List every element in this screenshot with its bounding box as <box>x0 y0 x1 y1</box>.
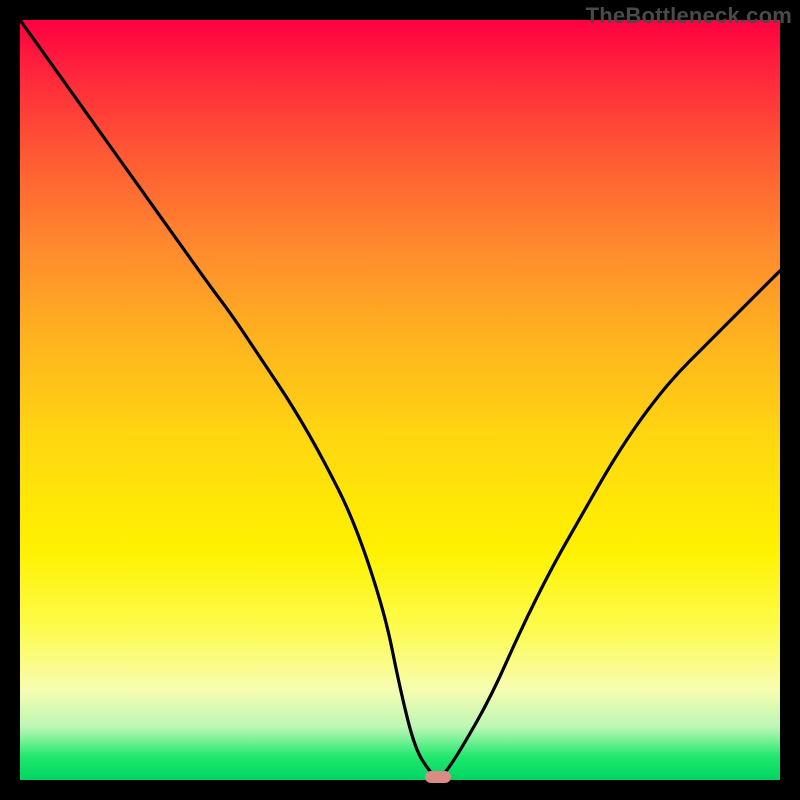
plot-area <box>20 20 780 780</box>
chart-stage: TheBottleneck.com <box>0 0 800 800</box>
watermark-text: TheBottleneck.com <box>586 3 792 29</box>
optimal-point-marker <box>425 771 451 783</box>
